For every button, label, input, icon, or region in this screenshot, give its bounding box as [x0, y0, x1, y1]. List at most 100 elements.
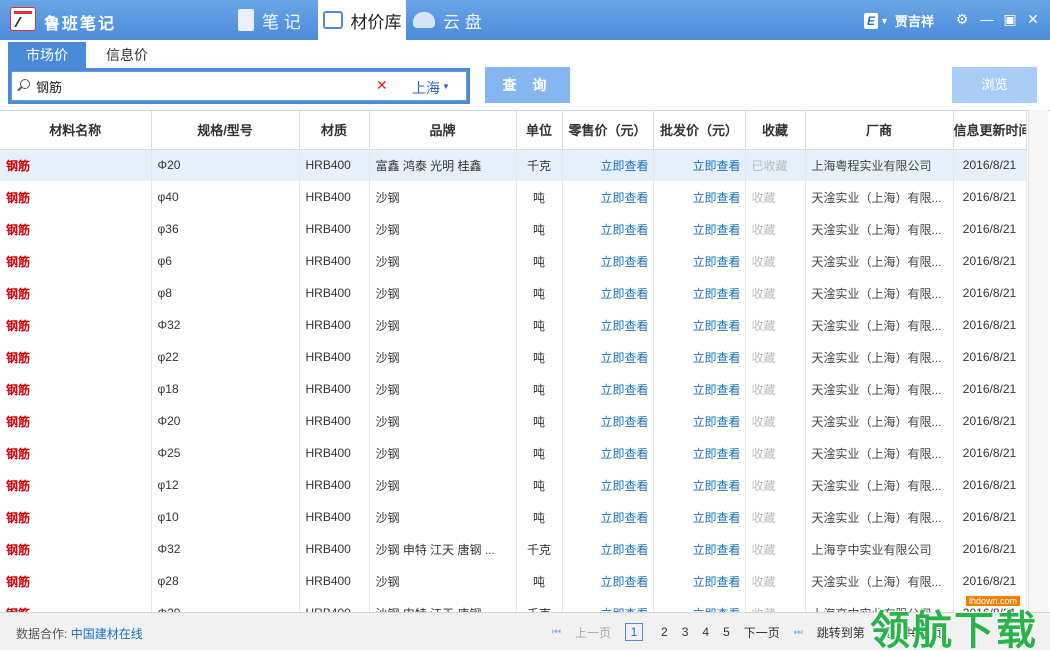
partner-link[interactable]: 中国建材在线 [71, 627, 143, 641]
table-row[interactable]: 钢筋 Φ25 HRB400 沙钢吨立即查看 立即查看 收藏 天淦实业（上海）有限... 201… [0, 437, 1027, 469]
table-row[interactable]: 钢筋 φ18 HRB400 沙钢吨立即查看 立即查看 收藏 天淦实业（上海）有限... 201… [0, 373, 1027, 405]
favorite-button[interactable]: 收藏 [745, 245, 806, 277]
view-retail-price-link[interactable]: 立即查看 [562, 373, 654, 405]
maximize-icon[interactable]: ▣ [1001, 11, 1019, 28]
page-3-button[interactable]: 3 [682, 625, 689, 639]
page-1-button[interactable]: 1 [625, 623, 644, 641]
view-wholesale-price-link[interactable]: 立即查看 [653, 309, 746, 341]
favorite-button[interactable]: 收藏 [745, 565, 806, 597]
view-wholesale-price-link[interactable]: 立即查看 [653, 341, 746, 373]
view-wholesale-price-link[interactable]: 立即查看 [653, 181, 746, 213]
tab-price-library[interactable]: 材价库 [318, 0, 406, 40]
view-wholesale-price-link[interactable]: 立即查看 [653, 501, 746, 533]
favorite-button[interactable]: 收藏 [745, 597, 806, 612]
table-row[interactable]: 钢筋 Φ20 HRB400 富鑫 鸿泰 光明 桂鑫 千克 立即查看 立即查看 已收藏 上海粤程实… [0, 149, 1027, 181]
favorite-button[interactable]: 收藏 [745, 533, 806, 565]
view-retail-price-link[interactable]: 立即查看 [562, 213, 654, 245]
table-row[interactable]: 钢筋 φ12 HRB400 沙钢吨立即查看 立即查看 收藏 天淦实业（上海）有限... 201… [0, 469, 1027, 501]
view-wholesale-price-link[interactable]: 立即查看 [653, 533, 746, 565]
favorite-button[interactable]: 收藏 [745, 373, 806, 405]
view-retail-price-link[interactable]: 立即查看 [562, 501, 654, 533]
next-page-button[interactable]: 下一页 [744, 624, 780, 641]
favorite-button[interactable]: 收藏 [745, 405, 806, 437]
page-5-button[interactable]: 5 [723, 625, 730, 639]
col-header-updated[interactable]: 信息更新时间 [953, 111, 1027, 150]
gear-icon[interactable]: ⚙ [953, 11, 971, 28]
view-wholesale-price-link[interactable]: 立即查看 [653, 373, 746, 405]
favorite-button[interactable]: 已收藏 [745, 149, 806, 181]
col-header-vendor[interactable]: 厂商 [805, 111, 954, 150]
clear-search-icon[interactable]: ✕ [376, 77, 388, 94]
view-wholesale-price-link[interactable]: 立即查看 [653, 565, 746, 597]
view-wholesale-price-link[interactable]: 立即查看 [653, 149, 746, 181]
favorite-button[interactable]: 收藏 [745, 341, 806, 373]
last-page-icon[interactable]: ⏭ [794, 627, 803, 638]
col-header-spec[interactable]: 规格/型号 [151, 111, 300, 150]
page-4-button[interactable]: 4 [702, 625, 709, 639]
view-wholesale-price-link[interactable]: 立即查看 [653, 245, 746, 277]
prev-page-button[interactable]: 上一页 [575, 624, 611, 641]
table-row[interactable]: 钢筋 φ40 HRB400 沙钢吨立即查看 立即查看 收藏 天淦实业（上海）有限... 201… [0, 181, 1027, 213]
view-retail-price-link[interactable]: 立即查看 [562, 469, 654, 501]
table-row[interactable]: 钢筋 φ28 HRB400 沙钢吨立即查看 立即查看 收藏 天淦实业（上海）有限... 201… [0, 565, 1027, 597]
col-header-name[interactable]: 材料名称 [0, 111, 152, 150]
favorite-button[interactable]: 收藏 [745, 213, 806, 245]
query-button[interactable]: 查 询 [485, 67, 570, 103]
table-row[interactable]: 钢筋 φ36 HRB400 沙钢吨立即查看 立即查看 收藏 天淦实业（上海）有限... 201… [0, 213, 1027, 245]
view-wholesale-price-link[interactable]: 立即查看 [653, 277, 746, 309]
col-header-brand[interactable]: 品牌 [369, 111, 517, 150]
search-input[interactable] [36, 77, 366, 95]
view-wholesale-price-link[interactable]: 立即查看 [653, 437, 746, 469]
favorite-button[interactable]: 收藏 [745, 277, 806, 309]
view-retail-price-link[interactable]: 立即查看 [562, 405, 654, 437]
col-header-material[interactable]: 材质 [299, 111, 370, 150]
title-bar: 鲁班笔记 笔 记 材价库 云 盘 E ▼ 贾吉祥 ⚙ — ▣ ✕ [0, 0, 1050, 40]
user-menu[interactable]: E ▼ 贾吉祥 [864, 11, 934, 30]
tab-cloud-disk[interactable]: 云 盘 [413, 0, 503, 40]
browse-button[interactable]: 浏览 [952, 67, 1037, 103]
view-retail-price-link[interactable]: 立即查看 [562, 309, 654, 341]
view-retail-price-link[interactable]: 立即查看 [562, 181, 654, 213]
view-retail-price-link[interactable]: 立即查看 [562, 597, 654, 612]
favorite-button[interactable]: 收藏 [745, 469, 806, 501]
favorite-button[interactable]: 收藏 [745, 309, 806, 341]
view-wholesale-price-link[interactable]: 立即查看 [653, 597, 746, 612]
col-header-unit[interactable]: 单位 [516, 111, 563, 150]
tab-notes[interactable]: 笔 记 [238, 0, 318, 40]
view-retail-price-link[interactable]: 立即查看 [562, 341, 654, 373]
close-icon[interactable]: ✕ [1024, 11, 1042, 28]
view-retail-price-link[interactable]: 立即查看 [562, 277, 654, 309]
col-header-wholesale[interactable]: 批发价（元） [653, 111, 746, 150]
favorite-button[interactable]: 收藏 [745, 437, 806, 469]
view-wholesale-price-link[interactable]: 立即查看 [653, 213, 746, 245]
table-row[interactable]: 钢筋 φ10 HRB400 沙钢吨立即查看 立即查看 收藏 天淦实业（上海）有限... 201… [0, 501, 1027, 533]
city-select[interactable]: 上海 [412, 78, 440, 98]
tab-market-price[interactable]: 市场价 [8, 42, 86, 68]
col-header-retail[interactable]: 零售价（元） [562, 111, 654, 150]
table-row[interactable]: 钢筋 Φ32 HRB400 沙钢 申特 江天 唐钢 ... 千克 立即查看 立即查看 收藏 上海… [0, 533, 1027, 565]
chevron-down-icon[interactable]: ▼ [442, 82, 450, 91]
view-retail-price-link[interactable]: 立即查看 [562, 533, 654, 565]
view-retail-price-link[interactable]: 立即查看 [562, 149, 654, 181]
cell-unit: 千克 [516, 597, 563, 612]
minimize-icon[interactable]: — [978, 11, 996, 27]
view-wholesale-price-link[interactable]: 立即查看 [653, 405, 746, 437]
table-row[interactable]: 钢筋 φ8 HRB400 沙钢吨立即查看 立即查看 收藏 天淦实业（上海）有限... 2016… [0, 277, 1027, 309]
page-2-button[interactable]: 2 [661, 625, 668, 639]
tab-info-price[interactable]: 信息价 [92, 42, 162, 68]
view-wholesale-price-link[interactable]: 立即查看 [653, 469, 746, 501]
table-row[interactable]: 钢筋 Φ20 HRB400 沙钢吨立即查看 立即查看 收藏 天淦实业（上海）有限... 201… [0, 405, 1027, 437]
view-retail-price-link[interactable]: 立即查看 [562, 245, 654, 277]
view-retail-price-link[interactable]: 立即查看 [562, 437, 654, 469]
table-scrollbar[interactable] [1028, 110, 1048, 612]
col-header-favorite[interactable]: 收藏 [745, 111, 806, 150]
table-row[interactable]: 钢筋 Φ32 HRB400 沙钢吨立即查看 立即查看 收藏 天淦实业（上海）有限... 201… [0, 309, 1027, 341]
favorite-button[interactable]: 收藏 [745, 501, 806, 533]
favorite-button[interactable]: 收藏 [745, 181, 806, 213]
search-bar: ✕ 上海 ▼ [8, 68, 470, 104]
table-row[interactable]: 钢筋 φ22 HRB400 沙钢吨立即查看 立即查看 收藏 天淦实业（上海）有限... 201… [0, 341, 1027, 373]
notebook-icon [238, 9, 254, 31]
table-row[interactable]: 钢筋 φ6 HRB400 沙钢吨立即查看 立即查看 收藏 天淦实业（上海）有限... 2016… [0, 245, 1027, 277]
first-page-icon[interactable]: ⏮ [552, 627, 561, 638]
view-retail-price-link[interactable]: 立即查看 [562, 565, 654, 597]
